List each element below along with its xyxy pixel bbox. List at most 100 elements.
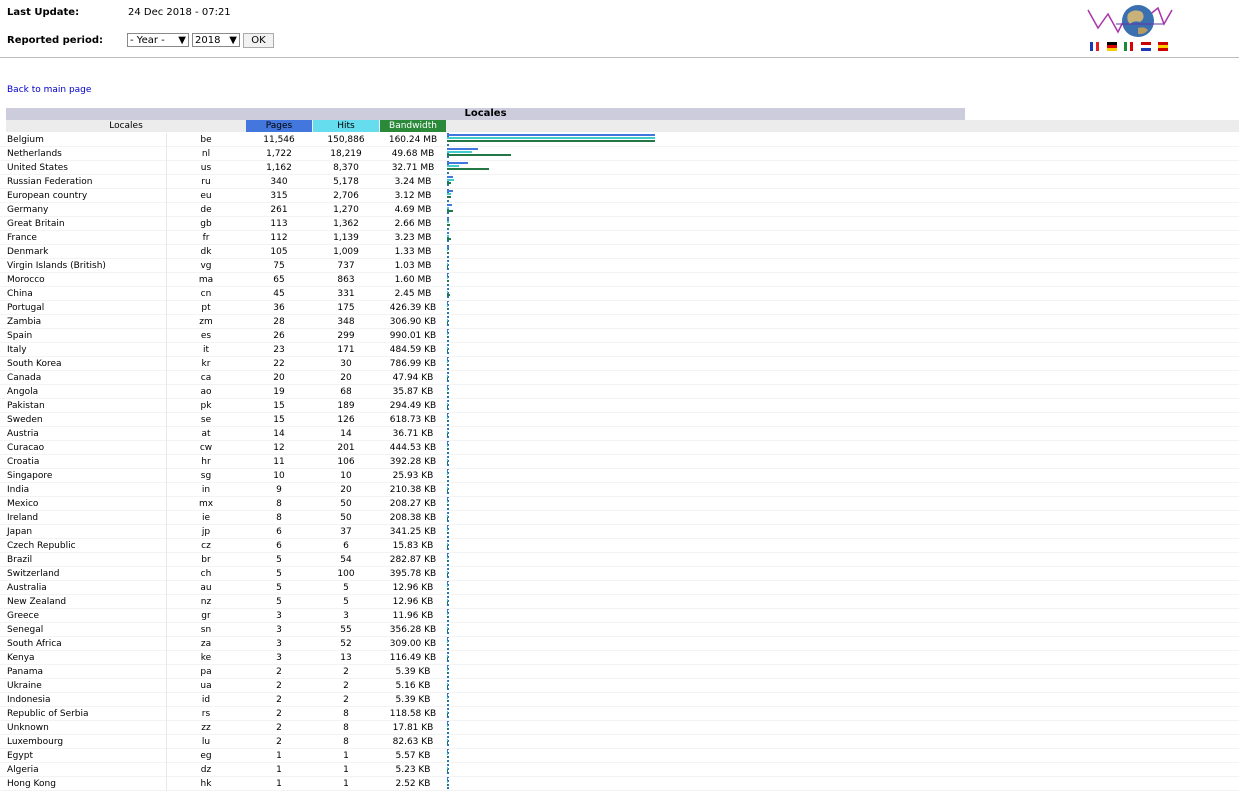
hits-bar — [447, 739, 448, 741]
pages-value: 5 — [276, 569, 282, 579]
hits-bar — [447, 151, 472, 153]
pages-value: 23 — [273, 345, 285, 355]
column-header-bandwidth: Bandwidth — [380, 120, 446, 132]
locale-name: Senegal — [7, 625, 44, 635]
bandwidth-bar — [447, 182, 451, 184]
bandwidth-value: 5.16 KB — [395, 681, 431, 691]
flag-it-icon[interactable] — [1124, 42, 1133, 51]
table-row: Republic of Serbia rs 2 8 118.58 KB — [0, 707, 1239, 721]
hits-value: 52 — [340, 639, 352, 649]
pages-bar — [447, 358, 448, 360]
locale-code: ru — [201, 177, 211, 187]
pages-value: 8 — [276, 499, 282, 509]
hits-value: 5 — [343, 597, 349, 607]
hits-bar — [447, 641, 448, 643]
bandwidth-value: 1.33 MB — [394, 247, 432, 257]
pages-bar — [447, 204, 452, 206]
table-row: Egypt eg 1 1 5.57 KB — [0, 749, 1239, 763]
back-to-main-link[interactable]: Back to main page — [7, 85, 91, 95]
flag-nl-icon[interactable] — [1141, 42, 1151, 51]
hits-bar — [447, 445, 448, 447]
pages-bar — [447, 274, 448, 276]
pages-bar — [447, 442, 448, 444]
bandwidth-value: 11.96 KB — [392, 611, 434, 621]
bandwidth-value: 5.39 KB — [395, 695, 431, 705]
pages-bar — [447, 750, 448, 752]
locale-name: Netherlands — [7, 149, 62, 159]
hits-value: 6 — [343, 541, 349, 551]
pages-bar — [447, 134, 655, 136]
hits-value: 1,009 — [333, 247, 359, 257]
bandwidth-bar — [447, 392, 448, 394]
pages-bar — [447, 372, 448, 374]
bandwidth-bar — [447, 350, 448, 352]
flag-es-icon[interactable] — [1158, 42, 1168, 51]
locale-name: European country — [7, 191, 88, 201]
bandwidth-bar — [447, 714, 448, 716]
locale-code: it — [202, 345, 210, 355]
locale-code: zm — [199, 317, 213, 327]
locale-code: eu — [200, 191, 212, 201]
pages-bar — [447, 582, 448, 584]
bandwidth-bar — [447, 336, 448, 338]
locale-name: France — [7, 233, 37, 243]
pages-value: 11 — [273, 457, 285, 467]
hits-value: 189 — [337, 401, 355, 411]
bandwidth-bar — [447, 294, 450, 296]
hits-value: 175 — [337, 303, 355, 313]
pages-bar — [447, 596, 448, 598]
hits-bar — [447, 487, 448, 489]
pages-value: 261 — [270, 205, 288, 215]
year-select[interactable]: 2018 ▼ — [192, 33, 240, 47]
bandwidth-bar — [447, 252, 449, 254]
locale-code: gb — [200, 219, 212, 229]
period-select[interactable]: - Year - ▼ — [127, 33, 189, 47]
bandwidth-bar — [447, 546, 448, 548]
bandwidth-value: 12.96 KB — [392, 583, 434, 593]
hits-bar — [447, 389, 448, 391]
table-row: South Korea kr 22 30 786.99 KB — [0, 357, 1239, 371]
chevron-down-icon: ▼ — [178, 35, 186, 46]
locale-code: pk — [200, 401, 212, 411]
locale-code: mx — [198, 499, 214, 509]
pages-value: 113 — [270, 219, 288, 229]
locale-code: sn — [200, 625, 212, 635]
bandwidth-bar — [447, 238, 451, 240]
bandwidth-value: 208.38 KB — [389, 513, 437, 523]
hits-value: 1,139 — [333, 233, 359, 243]
table-row: Belgium be 11,546 150,886 160.24 MB — [0, 133, 1239, 147]
flag-de-icon[interactable] — [1107, 42, 1117, 51]
hits-value: 1,362 — [333, 219, 359, 229]
bandwidth-bar — [447, 742, 448, 744]
pages-value: 105 — [270, 247, 288, 257]
pages-value: 22 — [273, 359, 285, 369]
table-row: European country eu 315 2,706 3.12 MB — [0, 189, 1239, 203]
hits-value: 2 — [343, 695, 349, 705]
bandwidth-bar — [447, 364, 448, 366]
locale-code: us — [200, 163, 212, 173]
bandwidth-value: 3.12 MB — [394, 191, 432, 201]
hits-bar — [447, 473, 448, 475]
bandwidth-bar — [447, 560, 448, 562]
flag-fr-icon[interactable] — [1090, 42, 1099, 51]
locale-name: New Zealand — [7, 597, 67, 607]
locale-name: Republic of Serbia — [7, 709, 89, 719]
locale-code: ma — [198, 275, 214, 285]
table-row: Denmark dk 105 1,009 1.33 MB — [0, 245, 1239, 259]
bandwidth-value: 294.49 KB — [389, 401, 437, 411]
locale-name: Panama — [7, 667, 44, 677]
locale-name: Kenya — [7, 653, 35, 663]
locale-name: Unknown — [7, 723, 49, 733]
locale-code: vg — [200, 261, 212, 271]
locale-name: South Africa — [7, 639, 62, 649]
hits-value: 3 — [343, 611, 349, 621]
bandwidth-value: 392.28 KB — [389, 457, 437, 467]
bandwidth-value: 82.63 KB — [392, 737, 434, 747]
bandwidth-value: 395.78 KB — [389, 569, 437, 579]
ok-button[interactable]: OK — [243, 33, 274, 48]
bandwidth-bar — [447, 140, 655, 142]
hits-value: 30 — [340, 359, 352, 369]
hits-bar — [447, 193, 451, 195]
pages-value: 2 — [276, 709, 282, 719]
hits-value: 126 — [337, 415, 355, 425]
